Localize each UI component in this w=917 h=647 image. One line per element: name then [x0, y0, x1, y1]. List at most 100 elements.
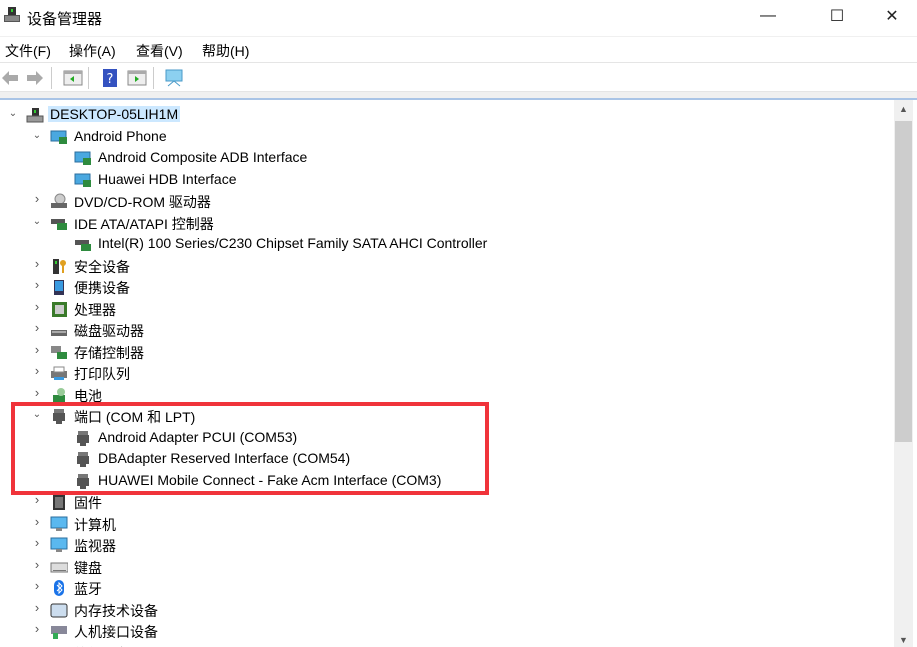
toolbar: ? [0, 62, 917, 92]
tree-item[interactable]: › 打印队列 [0, 362, 893, 384]
pane-header [0, 92, 917, 100]
firmware-icon [50, 494, 68, 510]
menu-file[interactable]: 文件(F) [5, 41, 51, 61]
tree-item-label: 固件 [74, 495, 102, 511]
tree-item[interactable]: › 存储控制器 [0, 341, 893, 363]
collapse-chevron-icon[interactable]: ⌄ [8, 108, 18, 119]
tree-item-label: Huawei HDB Interface [98, 170, 237, 187]
tree-item[interactable]: › 内存技术设备 [0, 599, 893, 621]
cpu-icon [50, 301, 68, 317]
controller-icon [74, 236, 92, 252]
tree-item[interactable]: Huawei HDB Interface [0, 169, 893, 191]
bluetooth-icon [50, 580, 68, 596]
expand-chevron-icon[interactable]: › [32, 256, 42, 271]
monitor-board-icon [74, 172, 92, 188]
tree-item[interactable]: › 蓝牙 [0, 577, 893, 599]
expand-chevron-icon[interactable]: › [32, 277, 42, 292]
expand-chevron-icon[interactable]: › [32, 363, 42, 378]
tree-item[interactable]: › 监视器 [0, 534, 893, 556]
tree-item[interactable]: Android Composite ADB Interface [0, 147, 893, 169]
expand-chevron-icon[interactable]: › [32, 535, 42, 550]
tree-item-label: IDE ATA/ATAPI 控制器 [74, 215, 214, 232]
tree-item-label: 存储控制器 [74, 344, 144, 361]
memory-icon [50, 602, 68, 618]
expand-chevron-icon[interactable]: › [32, 600, 42, 615]
scroll-up-icon[interactable]: ▲ [894, 104, 913, 114]
tree-item[interactable]: › 软件设备 [0, 642, 893, 647]
tree-item-label: 监视器 [74, 538, 116, 554]
scan-hardware-icon[interactable] [164, 68, 184, 88]
computer-icon [26, 107, 44, 123]
tree-item[interactable]: Intel(R) 100 Series/C230 Chipset Family … [0, 233, 893, 255]
portable-icon [50, 279, 68, 295]
tree-item[interactable]: › 计算机 [0, 513, 893, 535]
tree-item-label: 键盘 [74, 559, 102, 576]
security-icon [50, 258, 68, 274]
monitor-board-icon [74, 150, 92, 166]
maximize-button[interactable]: ☐ [814, 0, 860, 32]
device-manager-icon [4, 7, 20, 23]
scrollbar-thumb[interactable] [895, 121, 912, 442]
title-bar: 设备管理器 — ☐ ✕ [0, 0, 917, 34]
keyboard-icon [50, 559, 69, 575]
forward-icon[interactable] [25, 68, 45, 88]
minimize-button[interactable]: — [745, 0, 791, 32]
tree-item-label: 内存技术设备 [74, 602, 158, 619]
expand-chevron-icon[interactable]: › [32, 514, 42, 529]
tree-item-label: 蓝牙 [74, 581, 102, 597]
expand-chevron-icon[interactable]: › [32, 191, 42, 206]
tree-item[interactable]: ⌄ DESKTOP-05LIH1M [0, 104, 893, 126]
scroll-down-icon[interactable]: ▼ [894, 635, 913, 645]
printer-icon [50, 365, 68, 381]
back-icon[interactable] [0, 68, 20, 88]
tree-item[interactable]: › 磁盘驱动器 [0, 319, 893, 341]
expand-chevron-icon[interactable]: › [32, 320, 42, 335]
close-button[interactable]: ✕ [869, 0, 915, 32]
menu-help[interactable]: 帮助(H) [202, 41, 249, 61]
menu-action[interactable]: 操作(A) [69, 41, 116, 61]
expand-chevron-icon[interactable]: › [32, 578, 42, 593]
tree-item-label: 处理器 [74, 301, 116, 318]
vertical-scrollbar[interactable]: ▲ ▼ [894, 100, 913, 647]
expand-chevron-icon[interactable]: › [32, 385, 42, 400]
monitor-board-icon [50, 129, 68, 145]
storage-icon [50, 344, 68, 360]
expand-chevron-icon[interactable]: › [32, 342, 42, 357]
tree-item-label: 磁盘驱动器 [74, 323, 144, 339]
show-hide-tree-icon[interactable] [63, 68, 83, 88]
tree-item[interactable]: ⌄ IDE ATA/ATAPI 控制器 [0, 212, 893, 234]
tree-item-label: Intel(R) 100 Series/C230 Chipset Family … [98, 235, 488, 251]
battery-icon [50, 387, 68, 403]
tree-item[interactable]: ⌄ Android Phone [0, 126, 893, 148]
monitor-icon [50, 537, 68, 553]
tree-item[interactable]: › 人机接口设备 [0, 620, 893, 642]
tree-item-label: Android Composite ADB Interface [98, 149, 308, 165]
monitor-icon [50, 516, 68, 532]
tree-item[interactable]: › 安全设备 [0, 255, 893, 277]
help-icon[interactable]: ? [100, 68, 120, 88]
hid-icon [50, 623, 68, 639]
tree-item-label: DVD/CD-ROM 驱动器 [74, 194, 211, 210]
window-title: 设备管理器 [27, 11, 103, 28]
tree-item-label: 便携设备 [74, 280, 130, 296]
tree-item-label: 软件设备 [72, 644, 132, 647]
expand-chevron-icon[interactable]: › [32, 557, 42, 572]
expand-chevron-icon[interactable]: › [32, 621, 42, 636]
expand-chevron-icon[interactable]: › [32, 643, 42, 647]
expand-chevron-icon[interactable]: › [32, 299, 42, 314]
collapse-chevron-icon[interactable]: ⌄ [32, 216, 42, 227]
tree-item-label: 安全设备 [74, 258, 130, 275]
dvd-icon [50, 193, 68, 209]
tree-item[interactable]: › 键盘 [0, 556, 893, 578]
tree-item-label: Android Phone [74, 127, 167, 144]
collapse-chevron-icon[interactable]: ⌄ [32, 130, 42, 141]
highlight-box [11, 402, 489, 495]
properties-icon[interactable] [127, 68, 147, 88]
menu-bar: 文件(F) 操作(A) 查看(V) 帮助(H) [0, 36, 917, 61]
tree-item[interactable]: › 便携设备 [0, 276, 893, 298]
menu-view[interactable]: 查看(V) [136, 41, 183, 61]
tree-item[interactable]: › DVD/CD-ROM 驱动器 [0, 190, 893, 212]
controller-icon [50, 215, 68, 231]
disk-icon [50, 322, 68, 338]
tree-item[interactable]: › 处理器 [0, 298, 893, 320]
